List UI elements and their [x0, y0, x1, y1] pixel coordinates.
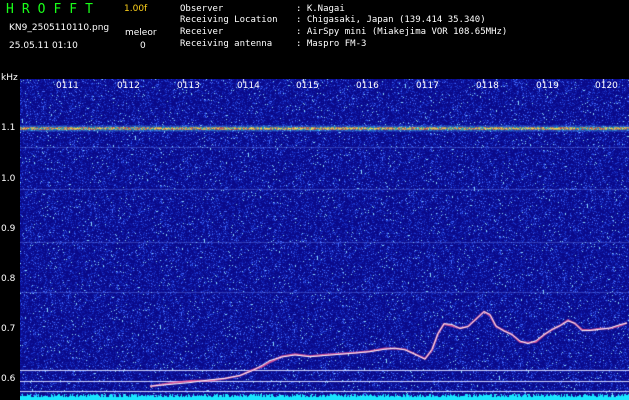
time-tick-label: 0120 [595, 81, 618, 91]
timestamp-label: 25.05.11 01:10 [9, 41, 78, 51]
y-tick-label: 1.0 [1, 174, 16, 184]
time-tick-label: 0114 [237, 81, 260, 91]
meta-receiver-value: : AirSpy mini (Miakejima VOR 108.65MHz) [296, 27, 508, 37]
time-tick-label: 0119 [536, 81, 559, 91]
time-tick-label: 0113 [177, 81, 200, 91]
meta-location-value: : Chigasaki, Japan (139.414 35.340) [296, 15, 486, 25]
y-unit-label: kHz [1, 73, 18, 83]
meta-antenna-value: : Maspro FM-3 [296, 39, 367, 49]
meta-antenna-key: Receiving antenna [180, 39, 273, 49]
time-tick-label: 0117 [416, 81, 439, 91]
time-tick-label: 0111 [56, 81, 79, 91]
y-tick-label: 1.1 [1, 123, 16, 133]
time-tick-label: 0118 [476, 81, 499, 91]
meleor-label: meleor [125, 28, 157, 38]
meleor-count: 0 [140, 41, 146, 51]
filename-label: KN9_2505110110.png [9, 23, 110, 33]
time-tick-label: 0115 [296, 81, 319, 91]
y-tick-label: 0.7 [1, 324, 16, 334]
app-title: HROFFT [6, 2, 101, 17]
y-tick-label: 0.8 [1, 274, 16, 284]
time-tick-label: 0116 [356, 81, 379, 91]
spectrogram-canvas [20, 79, 629, 400]
meta-receiver-key: Receiver [180, 27, 224, 37]
version-label: 1.00f [124, 4, 148, 14]
time-tick-label: 0112 [117, 81, 140, 91]
meta-observer-key: Observer [180, 4, 224, 14]
meta-location-key: Receiving Location [180, 15, 278, 25]
meta-observer-value: : K.Nagai [296, 4, 345, 14]
y-tick-label: 0.6 [1, 374, 16, 384]
hrofft-window: HROFFT 1.00f KN9_2505110110.png meleor 2… [0, 0, 629, 400]
y-tick-label: 0.9 [1, 224, 16, 234]
